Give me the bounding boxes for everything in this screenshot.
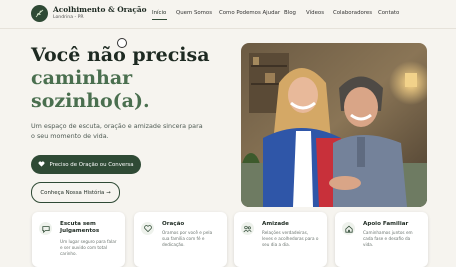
hero-subtitle-line-2: o seu momento de vida. (31, 131, 109, 140)
nav-item-contato[interactable]: Contato (378, 10, 399, 16)
hero-title-line-2: caminhar (31, 67, 133, 89)
hero-subtitle-line-1: Um espaço de escuta, oração e amizade si… (31, 122, 203, 130)
hero-subtitle: Um espaço de escuta, oração e amizade si… (31, 122, 211, 141)
chat-bubble-icon (39, 222, 52, 235)
hero-title: Você não precisa caminhar sozinho(a). (31, 44, 231, 113)
card-title-line: Escuta sem (60, 221, 96, 227)
card-title: Amizade (262, 221, 322, 228)
our-story-label: Conheça Nossa História → (40, 189, 111, 196)
heart-icon (38, 160, 45, 169)
card-title-line: Julgamentos (60, 228, 100, 234)
card-title-line: Oração (162, 221, 185, 227)
heart-icon (141, 222, 154, 235)
card-title-line: Apoio Familiar (363, 221, 409, 227)
card-title: Escuta sem Julgamentos (60, 221, 120, 235)
nav-item-blog[interactable]: Blog (284, 10, 296, 16)
hero-title-line-1: Você não precisa (31, 44, 210, 66)
card-text: Um lugar seguro para falar e ser ouvido … (60, 239, 120, 257)
card-title: Apoio Familiar (363, 221, 423, 228)
card-text: Caminhamos juntos em cada fase e desafio… (363, 230, 423, 248)
card-text-line: vida. (363, 242, 374, 247)
card-text: Relações verdadeiras, leves e acolhedora… (262, 230, 322, 248)
active-nav-underline (152, 19, 167, 20)
people-icon (241, 222, 254, 235)
brand-location: Londrina - PR (53, 15, 84, 20)
nav-item-como-podemos-ajudar[interactable]: Como Podemos Ajudar (219, 10, 280, 16)
feature-card-listening[interactable]: Escuta sem Julgamentos Um lugar seguro p… (32, 212, 125, 267)
couple-photo (241, 43, 427, 207)
cursor-ring-icon (117, 38, 127, 48)
prayer-request-label: Preciso de Oração ou Conversa (49, 161, 134, 168)
olive-branch-icon[interactable] (31, 5, 48, 22)
nav-item-quem-somos[interactable]: Quem Somos (176, 10, 212, 16)
site-header: Acolhimento & Oração Londrina - PR Iníci… (0, 0, 456, 29)
feature-card-prayer[interactable]: Oração Oramos por você e pela sua famíli… (134, 212, 227, 267)
feature-card-friendship[interactable]: Amizade Relações verdadeiras, leves e ac… (234, 212, 327, 267)
prayer-request-button[interactable]: Preciso de Oração ou Conversa (31, 155, 141, 174)
nav-item-videos[interactable]: Vídeos (306, 10, 324, 16)
card-title: Oração (162, 221, 222, 228)
our-story-button[interactable]: Conheça Nossa História → (31, 182, 120, 203)
card-text-line: dedicação. (162, 242, 185, 247)
card-title-line: Amizade (262, 221, 289, 227)
nav-item-inicio[interactable]: Início (152, 10, 166, 16)
hero-title-line-3: sozinho(a). (31, 90, 150, 112)
card-text-line: seu dia a dia. (262, 242, 291, 247)
home-icon (342, 222, 355, 235)
feature-card-family-support[interactable]: Apoio Familiar Caminhamos juntos em cada… (335, 212, 428, 267)
card-text-line: carinho. (60, 251, 77, 256)
card-text: Oramos por você e pela sua família com f… (162, 230, 222, 248)
brand-name[interactable]: Acolhimento & Oração (53, 5, 147, 14)
nav-item-colaboradores[interactable]: Colaboradores (333, 10, 372, 16)
